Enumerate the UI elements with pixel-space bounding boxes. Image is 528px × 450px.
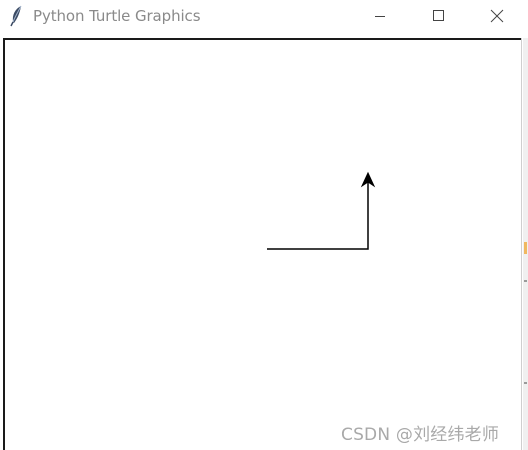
turtle-path [267,182,369,250]
turtle-drawing [267,171,376,250]
turtle-window: Python Turtle Graphics CSDN @刘经纬老师 [0,0,528,450]
watermark: CSDN @刘经纬老师 [341,425,500,445]
